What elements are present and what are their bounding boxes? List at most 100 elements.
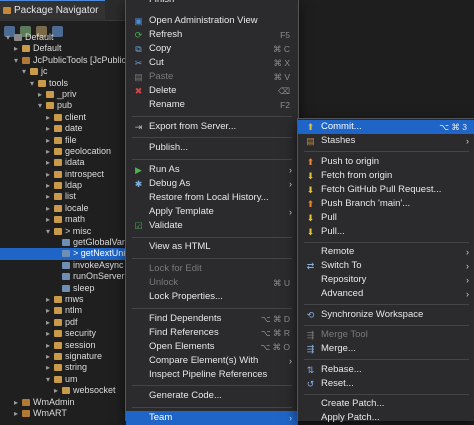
chevron-right-icon[interactable]: ▸ (44, 203, 52, 214)
chevron-right-icon[interactable]: ▸ (44, 169, 52, 180)
tree-item-client[interactable]: ▸ client (0, 112, 126, 123)
tree-item-mws[interactable]: ▸ mws (0, 294, 126, 305)
tree-item-math[interactable]: ▸ math (0, 214, 126, 225)
chevron-right-icon[interactable]: ▸ (44, 180, 52, 191)
menu-item-export-from-server[interactable]: ⇥ Export from Server... (126, 120, 298, 134)
chevron-right-icon[interactable]: ▸ (44, 317, 52, 328)
chevron-down-icon[interactable]: ▾ (28, 78, 36, 89)
chevron-right-icon[interactable]: ▸ (44, 191, 52, 202)
menu-item-open-administration-view[interactable]: ▣ Open Administration View (126, 14, 298, 28)
menu-item-commit[interactable]: ⬆ Commit... ⌥ ⌘ 3 (298, 120, 474, 134)
menu-item-open-elements[interactable]: Open Elements ⌥ ⌘ O (126, 340, 298, 354)
menu-item-debug-as[interactable]: ✱ Debug As › (126, 177, 298, 191)
menu-item-finish[interactable]: Finish (126, 0, 298, 7)
menu-item-push-to-origin[interactable]: ⬆ Push to origin (298, 155, 474, 169)
chevron-right-icon[interactable]: ▸ (44, 305, 52, 316)
chevron-down-icon[interactable]: ▾ (12, 55, 20, 66)
tree-item-locale[interactable]: ▸ locale (0, 203, 126, 214)
menu-item-find-references[interactable]: Find References ⌥ ⌘ R (126, 326, 298, 340)
chevron-right-icon[interactable]: ▸ (44, 351, 52, 362)
chevron-right-icon[interactable]: ▸ (52, 385, 60, 396)
tree-item-introspect[interactable]: ▸ introspect (0, 169, 126, 180)
menu-item-lock-properties[interactable]: Lock Properties... (126, 290, 298, 304)
menu-item-publish[interactable]: Publish... (126, 141, 298, 155)
menu-item-copy[interactable]: ⧉ Copy ⌘ C (126, 42, 298, 56)
menu-item-rebase[interactable]: ⇅ Rebase... (298, 363, 474, 377)
tree-item-default[interactable]: ▾ Default (0, 32, 126, 43)
chevron-right-icon[interactable]: ▸ (44, 135, 52, 146)
tree-item-geolocation[interactable]: ▸ geolocation (0, 146, 126, 157)
menu-item-reset[interactable]: ↺ Reset... (298, 377, 474, 391)
chevron-down-icon[interactable]: ▾ (20, 66, 28, 77)
chevron-right-icon[interactable]: ▸ (44, 112, 52, 123)
menu-item-apply-patch[interactable]: Apply Patch... (298, 411, 474, 425)
tree-item-jc[interactable]: ▾ jc (0, 66, 126, 77)
menu-item-create-patch[interactable]: Create Patch... (298, 397, 474, 411)
tree-item-wmart[interactable]: ▸ WmART (0, 408, 126, 419)
menu-item-pull[interactable]: ⬇ Pull (298, 211, 474, 225)
tree-item-date[interactable]: ▸ date (0, 123, 126, 134)
tree-item-tools[interactable]: ▾ tools (0, 78, 126, 89)
menu-item-refresh[interactable]: ⟳ Refresh F5 (126, 28, 298, 42)
menu-item-fetch-github-pull-request[interactable]: ⬇ Fetch GitHub Pull Request... (298, 183, 474, 197)
tree-item-misc[interactable]: ▾ > misc (0, 226, 126, 237)
chevron-right-icon[interactable]: ▸ (44, 157, 52, 168)
menu-item-delete[interactable]: ✖ Delete ⌫ (126, 84, 298, 98)
menu-item-synchronize-workspace[interactable]: ⟲ Synchronize Workspace (298, 308, 474, 322)
chevron-right-icon[interactable]: ▸ (44, 214, 52, 225)
menu-item-apply-template[interactable]: Apply Template › (126, 205, 298, 219)
menu-item-validate[interactable]: ☑ Validate (126, 219, 298, 233)
package-navigator-tab[interactable]: Package Navigator (0, 0, 105, 21)
menu-item-compare-element-s-with[interactable]: Compare Element(s) With › (126, 354, 298, 368)
menu-item-pull[interactable]: ⬇ Pull... (298, 225, 474, 239)
menu-item-repository[interactable]: Repository › (298, 273, 474, 287)
tree-item-file[interactable]: ▸ file (0, 135, 126, 146)
tree-item-um[interactable]: ▾ um (0, 374, 126, 385)
menu-item-advanced[interactable]: Advanced › (298, 287, 474, 301)
tree-item-invokeasync[interactable]: invokeAsync (0, 260, 126, 271)
chevron-right-icon[interactable]: ▸ (44, 328, 52, 339)
tree-item-getglobalvaria[interactable]: getGlobalVaria (0, 237, 126, 248)
tree-item-jcpublictools-jcpublicto[interactable]: ▾ JcPublicTools [JcPublicTo (0, 55, 126, 66)
menu-item-view-as-html[interactable]: View as HTML (126, 240, 298, 254)
tree-item-idata[interactable]: ▸ idata (0, 157, 126, 168)
menu-item-team[interactable]: Team › (126, 410, 298, 425)
chevron-right-icon[interactable]: ▸ (44, 146, 52, 157)
tree-item-session[interactable]: ▸ session (0, 340, 126, 351)
chevron-right-icon[interactable]: ▸ (36, 89, 44, 100)
tree-item-wmadmin[interactable]: ▸ WmAdmin (0, 397, 126, 408)
tree-item-sleep[interactable]: sleep (0, 283, 126, 294)
chevron-right-icon[interactable]: ▸ (44, 123, 52, 134)
tree-item-signature[interactable]: ▸ signature (0, 351, 126, 362)
chevron-right-icon[interactable]: ▸ (12, 397, 20, 408)
tree-item-string[interactable]: ▸ string (0, 362, 126, 373)
menu-item-restore-from-local-history[interactable]: Restore from Local History... (126, 191, 298, 205)
menu-item-run-as[interactable]: ▶ Run As › (126, 163, 298, 177)
tree-item-websocket[interactable]: ▸ websocket (0, 385, 126, 396)
menu-item-rename[interactable]: Rename F2 (126, 98, 298, 112)
tree-item-getnextuniqu[interactable]: > getNextUniqu (0, 248, 126, 260)
menu-item-push-branch-main[interactable]: ⬆ Push Branch 'main'... (298, 197, 474, 211)
menu-item-generate-code[interactable]: Generate Code... (126, 389, 298, 403)
menu-item-merge[interactable]: ⇶ Merge... (298, 342, 474, 356)
tree-item-runonserverre[interactable]: runOnServerRe (0, 271, 126, 282)
tree-item-priv[interactable]: ▸ _priv (0, 89, 126, 100)
menu-item-cut[interactable]: ✂ Cut ⌘ X (126, 56, 298, 70)
menu-item-inspect-pipeline-references[interactable]: Inspect Pipeline References (126, 368, 298, 382)
chevron-right-icon[interactable]: ▸ (44, 294, 52, 305)
chevron-down-icon[interactable]: ▾ (44, 226, 52, 237)
tree-item-list[interactable]: ▸ list (0, 191, 126, 202)
chevron-right-icon[interactable]: ▸ (12, 408, 20, 419)
tree-item-pdf[interactable]: ▸ pdf (0, 317, 126, 328)
chevron-right-icon[interactable]: ▸ (12, 43, 20, 54)
menu-item-find-dependents[interactable]: Find Dependents ⌥ ⌘ D (126, 312, 298, 326)
menu-item-stashes[interactable]: ▤ Stashes › (298, 134, 474, 148)
chevron-right-icon[interactable]: ▸ (44, 340, 52, 351)
chevron-down-icon[interactable]: ▾ (4, 32, 12, 43)
tree-item-ldap[interactable]: ▸ ldap (0, 180, 126, 191)
chevron-down-icon[interactable]: ▾ (44, 374, 52, 385)
menu-item-switch-to[interactable]: ⇄ Switch To › (298, 259, 474, 273)
menu-item-fetch-from-origin[interactable]: ⬇ Fetch from origin (298, 169, 474, 183)
tree-item-ntlm[interactable]: ▸ ntlm (0, 305, 126, 316)
chevron-down-icon[interactable]: ▾ (36, 100, 44, 111)
